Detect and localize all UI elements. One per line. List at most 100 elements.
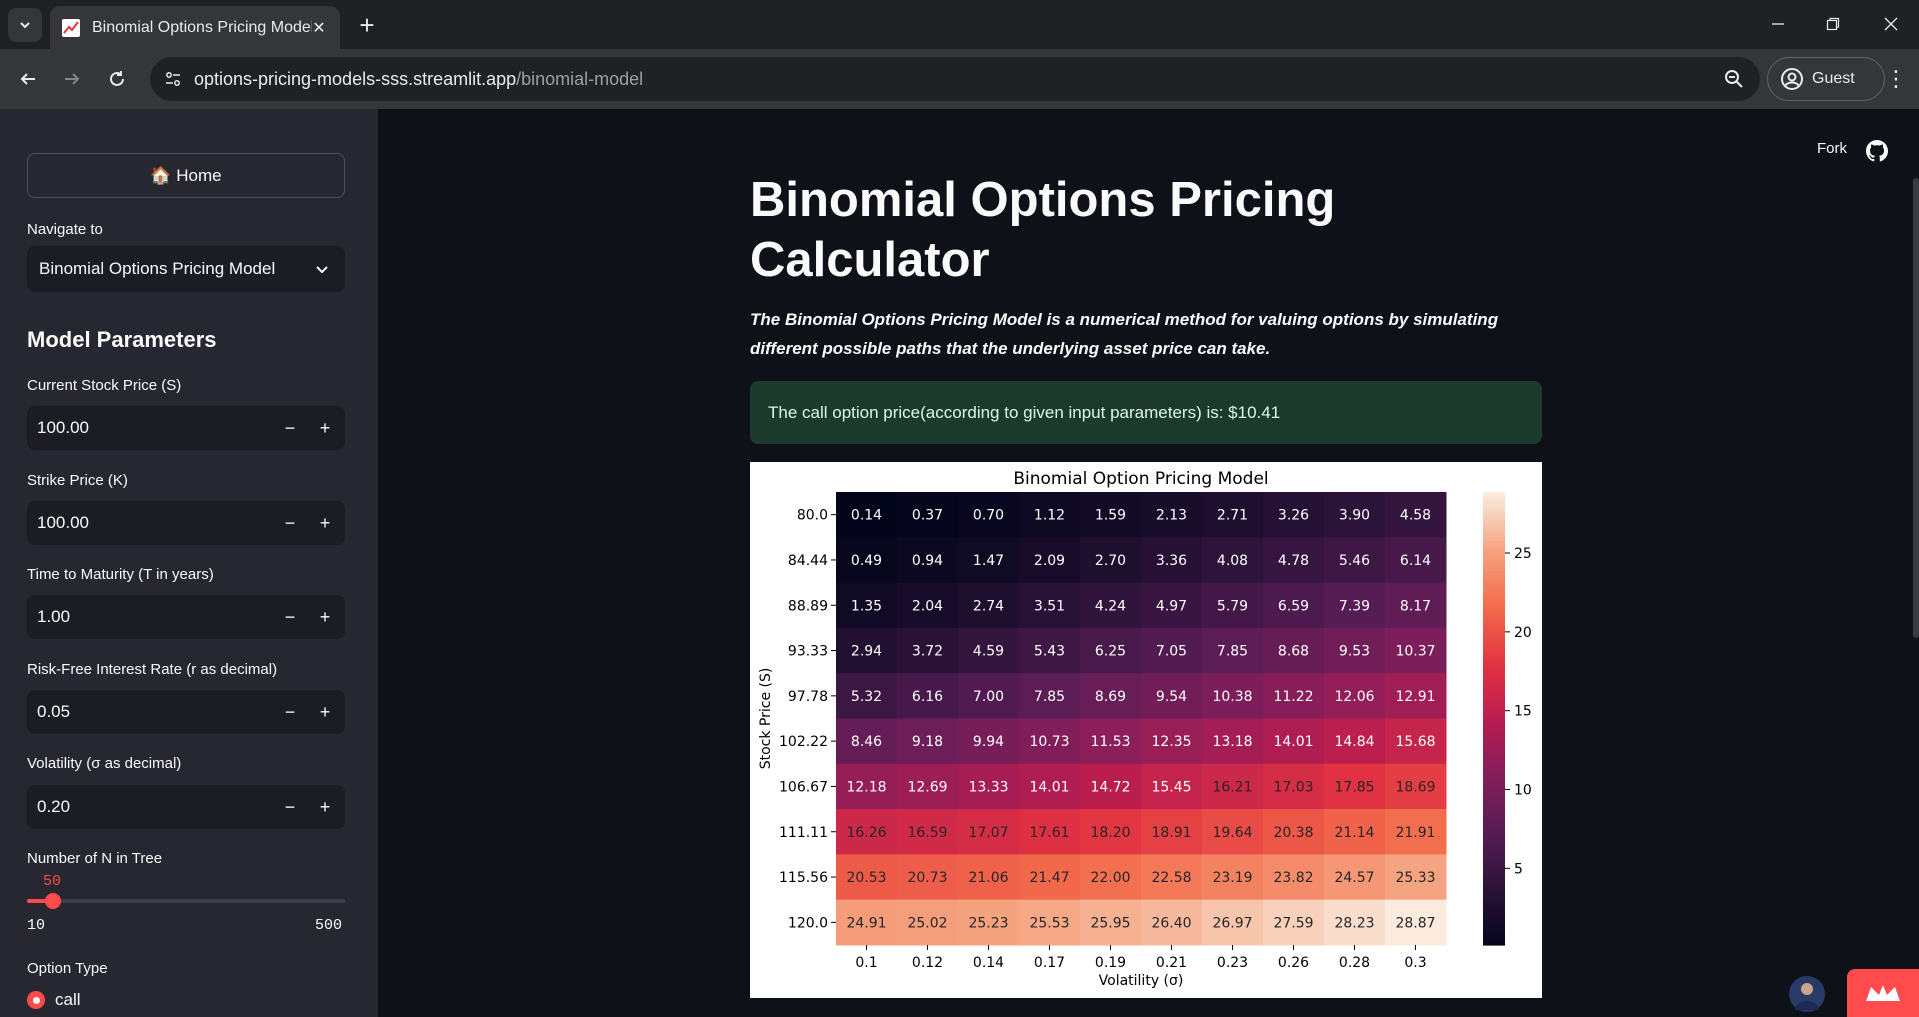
home-button[interactable]: 🏠 Home [27,153,345,198]
colorbar-segment [1483,741,1505,746]
chart-favicon-icon [62,18,80,37]
heatmap-cell-label: 27.59 [1273,915,1313,931]
profile-button[interactable]: Guest [1767,57,1885,101]
heatmap-cell-label: 0.94 [912,553,943,569]
heatmap-cell-label: 0.49 [851,553,882,569]
address-bar[interactable]: options-pricing-models-sss.streamlit.app… [150,57,1760,101]
colorbar-segment [1483,639,1505,644]
minimize-icon[interactable] [1758,8,1798,40]
steps-slider-thumb[interactable] [44,893,61,909]
risk-free-rate-increment-icon[interactable]: + [310,697,340,727]
steps-slider[interactable] [27,893,345,909]
page-scrollbar[interactable] [1913,178,1919,638]
heatmap-cell-label: 21.47 [1029,870,1069,886]
heatmap-cell-label: 10.37 [1395,644,1435,660]
fork-link[interactable]: Fork [1817,140,1847,157]
strike-price-input[interactable]: 100.00 − + [27,501,345,545]
x-tick-label: 0.1 [855,955,877,971]
site-info-icon[interactable] [162,68,184,90]
time-to-maturity-increment-icon[interactable]: + [310,602,340,632]
option-type-call-radio[interactable]: call [27,990,81,1010]
x-axis-label: Volatility (σ) [1099,973,1184,989]
colorbar-segment [1483,616,1505,621]
heatmap-cell-label: 3.51 [1034,598,1065,614]
colorbar-segment [1483,861,1505,867]
colorbar-segment [1483,507,1505,512]
volatility-input[interactable]: 0.20 − + [27,785,345,829]
url-host: options-pricing-models-sss.streamlit.app [194,68,517,89]
colorbar-segment [1483,895,1505,901]
time-to-maturity-input[interactable]: 1.00 − + [27,595,345,639]
colorbar-segment [1483,522,1505,527]
colorbar-segment [1483,858,1505,863]
colorbar-segment [1483,658,1505,663]
stock-price-input[interactable]: 100.00 − + [27,406,345,450]
heatmap-cell-label: 13.33 [968,779,1008,795]
heatmap-cell-label: 0.70 [973,508,1004,524]
colorbar-segment [1483,763,1505,769]
heatmap-cell-label: 25.53 [1029,915,1069,931]
volatility-decrement-icon[interactable]: − [275,792,305,822]
colorbar-segment [1483,933,1505,939]
risk-free-rate-decrement-icon[interactable]: − [275,697,305,727]
colorbar-segment [1483,729,1505,735]
colorbar-tick-label: 10 [1514,783,1532,799]
restore-icon[interactable] [1813,8,1853,40]
heatmap-cell-label: 14.01 [1273,734,1313,750]
heatmap-cell-label: 14.01 [1029,779,1069,795]
colorbar-segment [1483,661,1505,667]
colorbar-segment [1483,869,1505,874]
heatmap-cell-label: 21.14 [1334,825,1374,841]
colorbar-segment [1483,737,1505,742]
reload-icon[interactable] [101,63,133,95]
heatmap-chart: Binomial Option Pricing Model 0.14 0.37 0.7… [750,462,1542,998]
colorbar-segment [1483,620,1505,625]
new-tab-plus-icon[interactable]: + [352,10,382,40]
stock-price-increment-icon[interactable]: + [310,413,340,443]
strike-price-increment-icon[interactable]: + [310,508,340,538]
heatmap-cell-label: 4.97 [1156,598,1187,614]
time-to-maturity-decrement-icon[interactable]: − [275,602,305,632]
colorbar-segment [1483,627,1505,633]
tab-list-chevron-icon[interactable] [8,8,42,42]
x-tick-label: 0.28 [1339,955,1370,971]
tab-close-icon[interactable]: ✕ [308,17,330,39]
heatmap-cell-label: 20.38 [1273,825,1313,841]
strike-price-value: 100.00 [37,513,89,532]
result-alert: The call option price(according to given… [750,381,1542,444]
colorbar-segment [1483,586,1505,591]
browser-tab[interactable]: Binomial Options Pricing Model ✕ [50,6,340,49]
strike-price-decrement-icon[interactable]: − [275,508,305,538]
colorbar-segment [1483,884,1505,889]
forward-arrow-icon[interactable] [56,63,88,95]
strike-price-label: Strike Price (K) [27,472,128,489]
risk-free-rate-input[interactable]: 0.05 − + [27,690,345,734]
heatmap-cell-label: 9.18 [912,734,943,750]
colorbar-segment [1483,850,1505,855]
browser-toolbar: options-pricing-models-sss.streamlit.app… [0,49,1919,109]
heatmap-cell-label: 7.00 [973,689,1004,705]
navigate-select[interactable]: Binomial Options Pricing Model [27,246,345,292]
stock-price-decrement-icon[interactable]: − [275,413,305,443]
stock-price-label: Current Stock Price (S) [27,377,182,394]
volatility-increment-icon[interactable]: + [310,792,340,822]
colorbar-segment [1483,726,1505,731]
colorbar-segment [1483,827,1505,833]
back-arrow-icon[interactable] [12,63,44,95]
colorbar-segment [1483,794,1505,799]
heatmap-cell-label: 1.12 [1034,508,1065,524]
streamlit-crown-icon[interactable] [1847,969,1919,1017]
colorbar-segment [1483,918,1505,923]
close-window-icon[interactable] [1871,8,1911,40]
heatmap-cell-label: 5.79 [1217,598,1248,614]
x-tick-label: 0.12 [912,955,943,971]
user-avatar[interactable] [1789,976,1825,1012]
browser-menu-icon[interactable]: ⋮ [1880,63,1912,95]
github-icon[interactable] [1866,140,1888,162]
heatmap-cell-label: 5.46 [1339,553,1370,569]
heatmap-cell-label: 10.38 [1212,689,1252,705]
zoom-icon[interactable] [1722,67,1746,91]
colorbar-segment [1483,533,1505,538]
heatmap-cell-label: 12.06 [1334,689,1374,705]
colorbar-segment [1483,563,1505,569]
